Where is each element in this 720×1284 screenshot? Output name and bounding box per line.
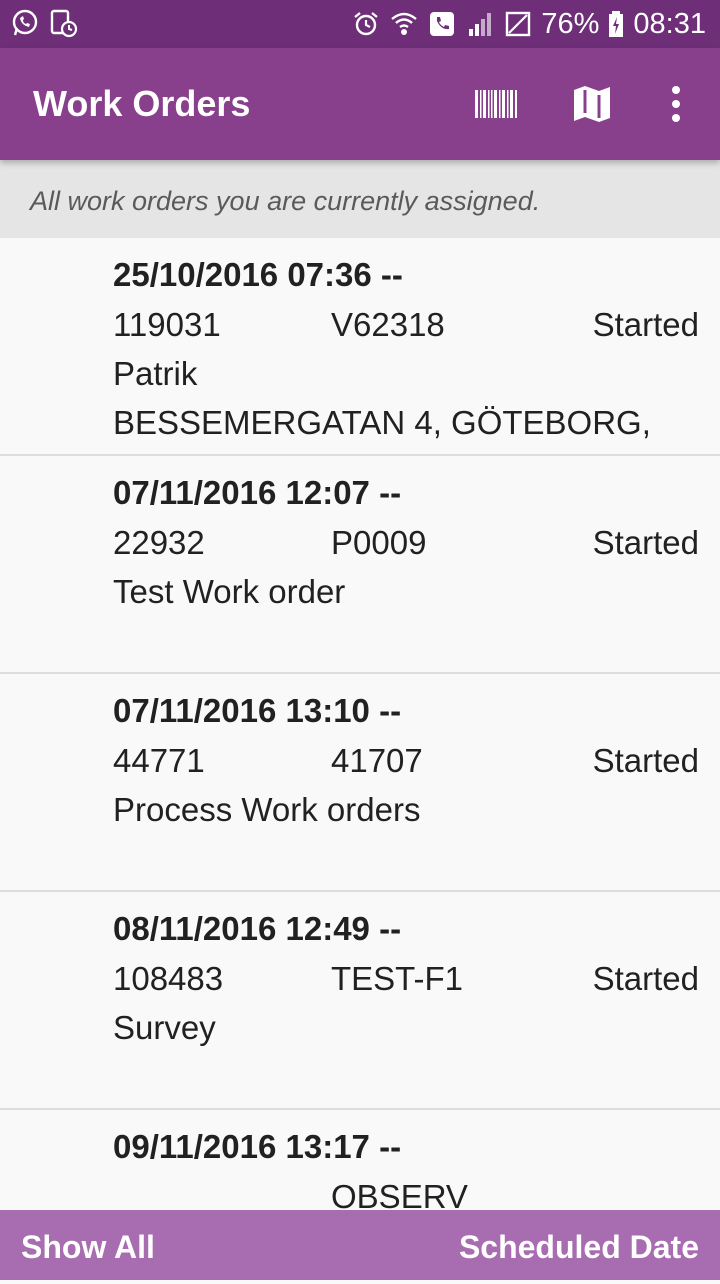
signal-icon	[465, 9, 495, 39]
work-order-list[interactable]: 25/10/2016 07:36 -- 119031 V62318 Starte…	[0, 238, 720, 1210]
order-number: 108483	[113, 960, 224, 997]
order-number: 119031	[113, 306, 221, 343]
order-scheduled-date: 25/10/2016 07:36 --	[113, 256, 403, 293]
sort-scheduled-date-button[interactable]: Scheduled Date	[459, 1210, 699, 1280]
show-all-button[interactable]: Show All	[21, 1210, 155, 1280]
list-description: All work orders you are currently assign…	[0, 160, 720, 238]
barcode-icon	[475, 90, 517, 118]
page-title: Work Orders	[33, 83, 251, 124]
battery-charging-icon	[607, 9, 625, 39]
order-number: 22932	[113, 524, 205, 561]
map-icon	[574, 86, 610, 122]
clock-time: 08:31	[633, 8, 706, 40]
status-left-icons	[10, 8, 78, 38]
order-code: TEST-F1	[331, 960, 464, 997]
overflow-menu-button[interactable]	[652, 80, 700, 128]
app-bar: Work Orders	[0, 48, 720, 160]
work-order-item[interactable]: 25/10/2016 07:36 -- 119031 V62318 Starte…	[0, 238, 720, 456]
order-scheduled-date: 08/11/2016 12:49 --	[113, 910, 402, 947]
work-order-item[interactable]: 08/11/2016 12:49 -- 108483 TEST-F1 Start…	[0, 892, 720, 1110]
wifi-call-icon	[389, 9, 419, 39]
device-clock-icon	[48, 8, 78, 38]
status-right-icons: 76% 08:31	[351, 0, 706, 48]
order-status: Started	[592, 524, 699, 561]
order-code: P0009	[331, 524, 427, 561]
order-description: Survey	[113, 1009, 216, 1046]
bottom-bar: Show All Scheduled Date	[0, 1210, 720, 1280]
whatsapp-icon	[10, 8, 40, 38]
order-status: Started	[592, 306, 699, 343]
order-code: 41707	[331, 742, 423, 779]
work-order-item[interactable]: 09/11/2016 13:17 -- OBSERV	[0, 1110, 720, 1210]
order-scheduled-date: 09/11/2016 13:17 --	[113, 1128, 402, 1165]
phone-call-icon	[427, 9, 457, 39]
no-sim-icon	[503, 9, 533, 39]
work-order-item[interactable]: 07/11/2016 13:10 -- 44771 41707 Started …	[0, 674, 720, 892]
barcode-scan-button[interactable]	[472, 80, 520, 128]
order-number: 44771	[113, 742, 205, 779]
order-description: Process Work orders	[113, 791, 421, 828]
work-order-item[interactable]: 07/11/2016 12:07 -- 22932 P0009 Started …	[0, 456, 720, 674]
order-scheduled-date: 07/11/2016 13:10 --	[113, 692, 402, 729]
order-status: Started	[592, 960, 699, 997]
order-code: V62318	[331, 306, 445, 343]
order-status: Started	[592, 742, 699, 779]
status-bar: 76% 08:31	[0, 0, 720, 48]
map-button[interactable]	[568, 80, 616, 128]
more-vert-icon	[672, 86, 680, 122]
order-address: BESSEMERGATAN 4, GÖTEBORG,	[113, 404, 651, 441]
order-code: OBSERV	[331, 1178, 468, 1210]
order-description: Test Work order	[113, 573, 346, 610]
order-scheduled-date: 07/11/2016 12:07 --	[113, 474, 402, 511]
battery-percent: 76%	[541, 8, 600, 40]
alarm-icon	[351, 9, 381, 39]
list-description-text: All work orders you are currently assign…	[30, 186, 541, 216]
order-description: Patrik	[113, 355, 198, 392]
